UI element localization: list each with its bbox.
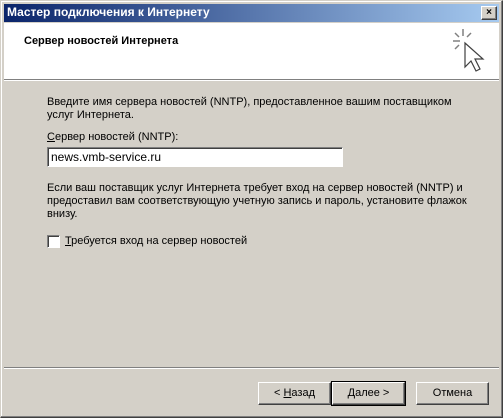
login-required-label[interactable]: Требуется вход на сервер новостей xyxy=(65,235,247,247)
back-button[interactable]: < Назад xyxy=(258,382,331,405)
next-button-accel: Д xyxy=(347,387,356,399)
back-button-rest: азад xyxy=(291,387,315,399)
wizard-header: Сервер новостей Интернета xyxy=(4,23,499,79)
next-button-rest: алее > xyxy=(355,387,390,399)
login-required-checkbox[interactable] xyxy=(47,235,60,248)
news-server-label: Сервер новостей (NNTP): xyxy=(47,131,178,143)
window-title: Мастер подключения к Интернету xyxy=(7,5,210,19)
wizard-sparkle-cursor-icon xyxy=(453,29,485,72)
intro-text: Введите имя сервера новостей (NNTP), пре… xyxy=(47,96,452,121)
news-server-label-accel: С xyxy=(47,131,55,143)
wizard-window: Мастер подключения к Интернету × Сервер … xyxy=(0,0,503,418)
login-required-label-rest: ребуется вход на сервер новостей xyxy=(71,235,248,247)
cancel-button[interactable]: Отмена xyxy=(416,382,489,405)
news-server-input[interactable] xyxy=(47,147,343,167)
title-bar[interactable]: Мастер подключения к Интернету × xyxy=(4,4,499,22)
login-note-text: Если ваш поставщик услуг Интернета требу… xyxy=(47,182,467,220)
close-button[interactable]: × xyxy=(481,6,497,20)
next-button[interactable]: Далее > xyxy=(331,381,406,406)
close-icon: × xyxy=(486,7,492,18)
news-server-label-rest: ервер новостей (NNTP): xyxy=(54,131,179,143)
page-title: Сервер новостей Интернета xyxy=(24,35,179,47)
header-divider xyxy=(4,79,499,81)
footer-divider xyxy=(4,367,499,369)
